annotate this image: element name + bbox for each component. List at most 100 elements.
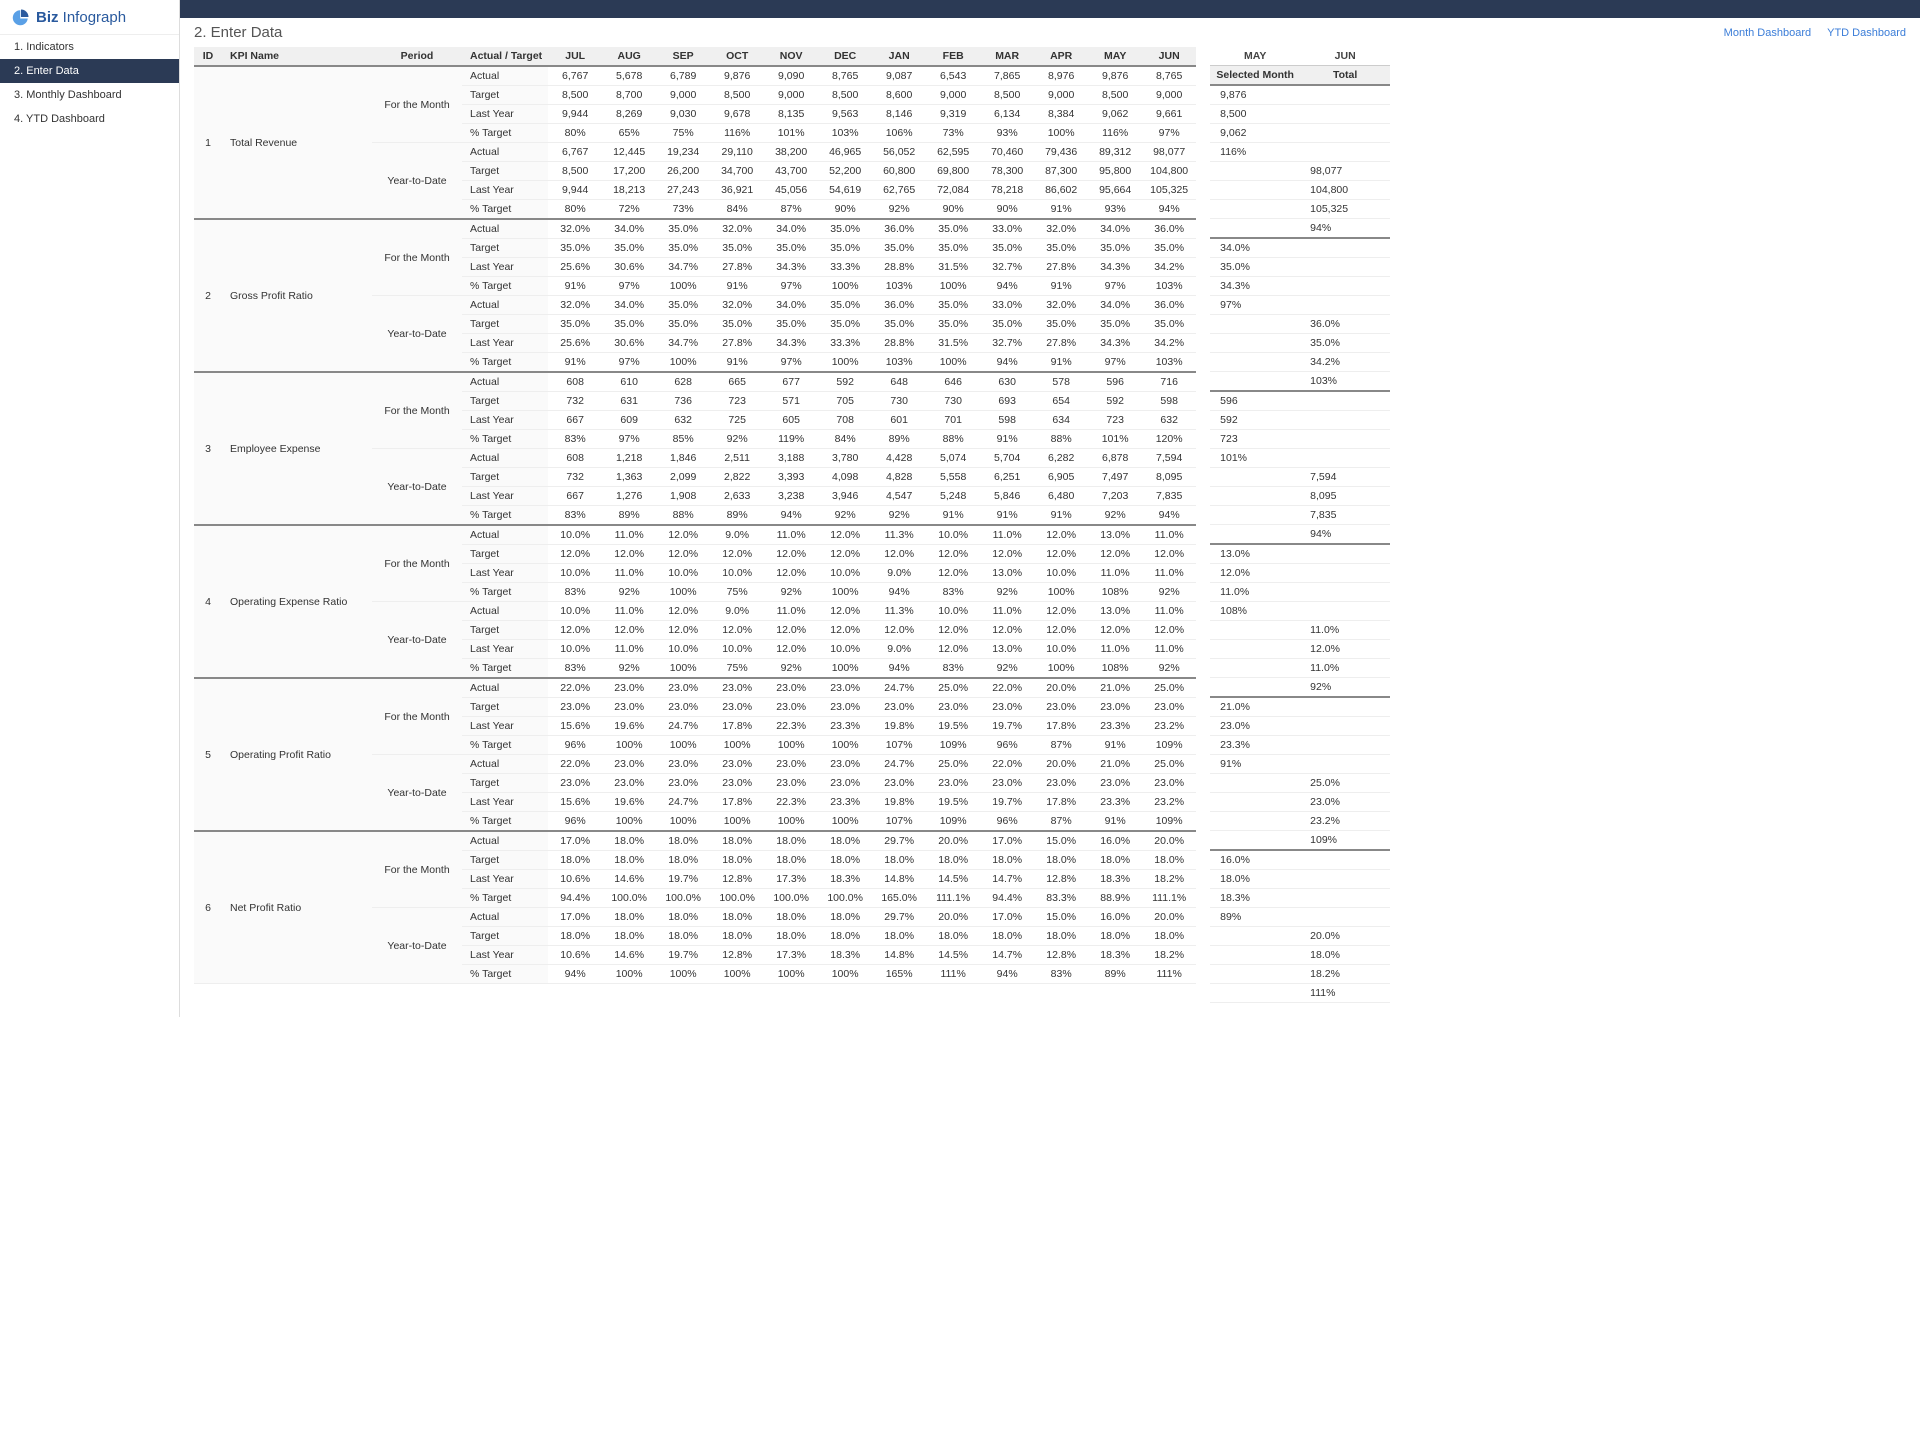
value-cell[interactable]: 9,090 xyxy=(764,66,818,86)
value-cell[interactable]: 87,300 xyxy=(1034,162,1088,181)
value-cell[interactable]: 18.0% xyxy=(926,927,980,946)
value-cell[interactable]: 89% xyxy=(710,506,764,526)
value-cell[interactable]: 18,213 xyxy=(602,181,656,200)
value-cell[interactable]: 104,800 xyxy=(1142,162,1196,181)
value-cell[interactable]: 5,704 xyxy=(980,449,1034,468)
selected-month-cell[interactable]: 23.0% xyxy=(1210,717,1300,736)
value-cell[interactable]: 12.0% xyxy=(1142,545,1196,564)
value-cell[interactable]: 12.0% xyxy=(656,525,710,545)
value-cell[interactable]: 23.0% xyxy=(710,755,764,774)
value-cell[interactable]: 34.0% xyxy=(602,219,656,239)
value-cell[interactable]: 35.0% xyxy=(872,239,926,258)
value-cell[interactable]: 35.0% xyxy=(926,219,980,239)
value-cell[interactable]: 17.8% xyxy=(710,717,764,736)
value-cell[interactable]: 27.8% xyxy=(710,334,764,353)
value-cell[interactable]: 23.3% xyxy=(1088,793,1142,812)
value-cell[interactable]: 5,074 xyxy=(926,449,980,468)
value-cell[interactable]: 18.3% xyxy=(1088,946,1142,965)
total-cell[interactable]: 18.0% xyxy=(1300,946,1390,965)
value-cell[interactable]: 654 xyxy=(1034,392,1088,411)
value-cell[interactable]: 693 xyxy=(980,392,1034,411)
value-cell[interactable]: 14.5% xyxy=(926,946,980,965)
value-cell[interactable]: 9.0% xyxy=(710,525,764,545)
value-cell[interactable]: 91% xyxy=(548,277,602,296)
value-cell[interactable]: 11.0% xyxy=(602,564,656,583)
value-cell[interactable]: 165% xyxy=(872,965,926,984)
value-cell[interactable]: 8,500 xyxy=(548,86,602,105)
value-cell[interactable]: 103% xyxy=(872,277,926,296)
value-cell[interactable]: 12.8% xyxy=(1034,870,1088,889)
value-cell[interactable]: 12.0% xyxy=(656,621,710,640)
value-cell[interactable]: 34.7% xyxy=(656,334,710,353)
value-cell[interactable]: 11.3% xyxy=(872,525,926,545)
value-cell[interactable]: 9,000 xyxy=(1142,86,1196,105)
value-cell[interactable]: 23.0% xyxy=(1088,774,1142,793)
value-cell[interactable]: 32.0% xyxy=(1034,296,1088,315)
value-cell[interactable]: 18.0% xyxy=(1142,927,1196,946)
value-cell[interactable]: 571 xyxy=(764,392,818,411)
value-cell[interactable]: 62,595 xyxy=(926,143,980,162)
value-cell[interactable]: 6,282 xyxy=(1034,449,1088,468)
value-cell[interactable]: 9,062 xyxy=(1088,105,1142,124)
value-cell[interactable]: 22.3% xyxy=(764,717,818,736)
value-cell[interactable]: 17.3% xyxy=(764,870,818,889)
value-cell[interactable]: 23.0% xyxy=(548,774,602,793)
value-cell[interactable]: 83% xyxy=(1034,965,1088,984)
selected-month-cell[interactable]: 16.0% xyxy=(1210,850,1300,870)
value-cell[interactable]: 100% xyxy=(818,353,872,373)
value-cell[interactable]: 14.5% xyxy=(926,870,980,889)
value-cell[interactable]: 13.0% xyxy=(980,564,1034,583)
value-cell[interactable]: 23.0% xyxy=(818,774,872,793)
value-cell[interactable]: 12.8% xyxy=(1034,946,1088,965)
value-cell[interactable]: 94.4% xyxy=(980,889,1034,908)
value-cell[interactable]: 705 xyxy=(818,392,872,411)
value-cell[interactable]: 16.0% xyxy=(1088,908,1142,927)
value-cell[interactable]: 60,800 xyxy=(872,162,926,181)
value-cell[interactable]: 94% xyxy=(872,583,926,602)
value-cell[interactable]: 7,865 xyxy=(980,66,1034,86)
value-cell[interactable]: 5,558 xyxy=(926,468,980,487)
value-cell[interactable]: 23.0% xyxy=(764,698,818,717)
value-cell[interactable]: 19.8% xyxy=(872,717,926,736)
value-cell[interactable]: 90% xyxy=(980,200,1034,220)
value-cell[interactable]: 19.8% xyxy=(872,793,926,812)
value-cell[interactable]: 32.7% xyxy=(980,258,1034,277)
value-cell[interactable]: 100% xyxy=(1034,124,1088,143)
value-cell[interactable]: 12.0% xyxy=(548,545,602,564)
value-cell[interactable]: 716 xyxy=(1142,372,1196,392)
selected-month-cell[interactable]: 9,062 xyxy=(1210,124,1300,143)
value-cell[interactable]: 9,000 xyxy=(1034,86,1088,105)
value-cell[interactable]: 12.0% xyxy=(710,621,764,640)
value-cell[interactable]: 65% xyxy=(602,124,656,143)
value-cell[interactable]: 12.0% xyxy=(602,621,656,640)
value-cell[interactable]: 18.0% xyxy=(818,831,872,851)
value-cell[interactable]: 43,700 xyxy=(764,162,818,181)
value-cell[interactable]: 17.8% xyxy=(1034,717,1088,736)
value-cell[interactable]: 23.3% xyxy=(818,717,872,736)
value-cell[interactable]: 15.6% xyxy=(548,793,602,812)
value-cell[interactable]: 92% xyxy=(872,200,926,220)
value-cell[interactable]: 20.0% xyxy=(926,908,980,927)
value-cell[interactable]: 11.0% xyxy=(980,525,1034,545)
value-cell[interactable]: 8,765 xyxy=(1142,66,1196,86)
value-cell[interactable]: 12.0% xyxy=(1034,525,1088,545)
value-cell[interactable]: 36,921 xyxy=(710,181,764,200)
value-cell[interactable]: 4,428 xyxy=(872,449,926,468)
value-cell[interactable]: 18.0% xyxy=(980,927,1034,946)
value-cell[interactable]: 70,460 xyxy=(980,143,1034,162)
value-cell[interactable]: 6,543 xyxy=(926,66,980,86)
value-cell[interactable]: 19,234 xyxy=(656,143,710,162)
value-cell[interactable]: 96% xyxy=(980,736,1034,755)
value-cell[interactable]: 116% xyxy=(1088,124,1142,143)
value-cell[interactable]: 18.0% xyxy=(1088,851,1142,870)
value-cell[interactable]: 23.0% xyxy=(602,698,656,717)
value-cell[interactable]: 100% xyxy=(656,277,710,296)
selected-month-cell[interactable]: 101% xyxy=(1210,449,1300,468)
value-cell[interactable]: 35.0% xyxy=(764,315,818,334)
value-cell[interactable]: 10.0% xyxy=(548,640,602,659)
value-cell[interactable]: 6,251 xyxy=(980,468,1034,487)
total-cell[interactable]: 35.0% xyxy=(1300,334,1390,353)
value-cell[interactable]: 97% xyxy=(764,353,818,373)
value-cell[interactable]: 32.7% xyxy=(980,334,1034,353)
value-cell[interactable]: 34.3% xyxy=(764,258,818,277)
